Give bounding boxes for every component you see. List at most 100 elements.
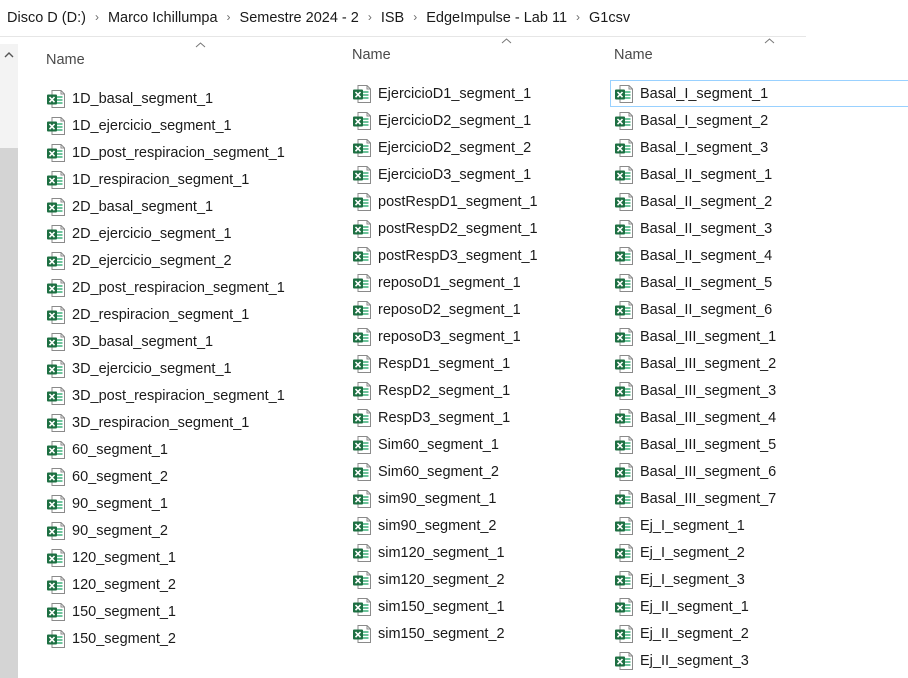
file-item[interactable]: sim90_segment_2 bbox=[352, 512, 538, 539]
file-item[interactable]: 2D_respiracion_segment_1 bbox=[46, 301, 285, 328]
file-item[interactable]: 2D_ejercicio_segment_2 bbox=[46, 247, 285, 274]
column-header-name-2[interactable]: Name bbox=[352, 47, 391, 63]
file-item[interactable]: postRespD1_segment_1 bbox=[352, 188, 538, 215]
file-name: EjercicioD2_segment_1 bbox=[378, 112, 532, 129]
file-item[interactable]: Basal_III_segment_7 bbox=[614, 485, 908, 512]
file-item[interactable]: Ej_I_segment_3 bbox=[614, 566, 908, 593]
file-item[interactable]: sim150_segment_2 bbox=[352, 620, 538, 647]
file-item[interactable]: 3D_respiracion_segment_1 bbox=[46, 409, 285, 436]
column-header-name-1[interactable]: Name bbox=[46, 52, 85, 68]
excel-csv-icon bbox=[615, 192, 633, 211]
column-header-name-3[interactable]: Name bbox=[614, 47, 653, 63]
excel-csv-icon bbox=[353, 111, 371, 130]
file-item[interactable]: Basal_I_segment_2 bbox=[614, 107, 908, 134]
file-item[interactable]: 60_segment_2 bbox=[46, 463, 285, 490]
file-item[interactable]: Basal_II_segment_1 bbox=[614, 161, 908, 188]
excel-csv-icon bbox=[47, 494, 65, 513]
file-item[interactable]: Basal_II_segment_2 bbox=[614, 188, 908, 215]
file-item[interactable]: sim120_segment_1 bbox=[352, 539, 538, 566]
chevron-right-icon[interactable]: › bbox=[227, 10, 231, 24]
file-item[interactable]: Ej_II_segment_3 bbox=[614, 647, 908, 674]
file-name: 2D_ejercicio_segment_2 bbox=[72, 252, 232, 269]
file-item[interactable]: EjercicioD3_segment_1 bbox=[352, 161, 538, 188]
breadcrumb-item[interactable]: Marco Ichillumpa bbox=[108, 10, 218, 26]
excel-csv-icon bbox=[615, 300, 633, 319]
file-item[interactable]: EjercicioD1_segment_1 bbox=[352, 80, 538, 107]
file-item[interactable]: reposoD3_segment_1 bbox=[352, 323, 538, 350]
file-item[interactable]: Basal_I_segment_3 bbox=[614, 134, 908, 161]
file-item[interactable]: 90_segment_2 bbox=[46, 517, 285, 544]
file-item[interactable]: RespD2_segment_1 bbox=[352, 377, 538, 404]
file-item[interactable]: Basal_III_segment_1 bbox=[614, 323, 908, 350]
file-item[interactable]: reposoD1_segment_1 bbox=[352, 269, 538, 296]
file-item[interactable]: Basal_III_segment_5 bbox=[614, 431, 908, 458]
file-item[interactable]: postRespD3_segment_1 bbox=[352, 242, 538, 269]
breadcrumb-item[interactable]: Semestre 2024 - 2 bbox=[240, 10, 359, 26]
file-name: Basal_III_segment_5 bbox=[640, 436, 777, 453]
file-item[interactable]: sim120_segment_2 bbox=[352, 566, 538, 593]
file-item[interactable]: 3D_ejercicio_segment_1 bbox=[46, 355, 285, 382]
chevron-right-icon[interactable]: › bbox=[413, 10, 417, 24]
file-item[interactable]: 3D_post_respiracion_segment_1 bbox=[46, 382, 285, 409]
file-item[interactable]: Basal_III_segment_3 bbox=[614, 377, 908, 404]
file-item[interactable]: Basal_III_segment_6 bbox=[614, 458, 908, 485]
file-item[interactable]: 150_segment_1 bbox=[46, 598, 285, 625]
file-name: 150_segment_2 bbox=[72, 630, 176, 647]
excel-csv-icon bbox=[353, 570, 371, 589]
file-item[interactable]: Basal_III_segment_2 bbox=[614, 350, 908, 377]
file-item[interactable]: 120_segment_2 bbox=[46, 571, 285, 598]
chevron-right-icon[interactable]: › bbox=[368, 10, 372, 24]
file-name: Ej_II_segment_3 bbox=[640, 652, 749, 669]
chevron-right-icon[interactable]: › bbox=[95, 10, 99, 24]
file-item[interactable]: 3D_basal_segment_1 bbox=[46, 328, 285, 355]
scroll-up-icon[interactable] bbox=[0, 44, 18, 64]
file-item[interactable]: Ej_I_segment_1 bbox=[614, 512, 908, 539]
excel-csv-icon bbox=[47, 251, 65, 270]
file-item[interactable]: Basal_II_segment_5 bbox=[614, 269, 908, 296]
file-item[interactable]: postRespD2_segment_1 bbox=[352, 215, 538, 242]
breadcrumb-item[interactable]: Disco D (D:) bbox=[7, 10, 86, 26]
breadcrumb-item[interactable]: ISB bbox=[381, 10, 404, 26]
file-item[interactable]: reposoD2_segment_1 bbox=[352, 296, 538, 323]
file-item[interactable]: Sim60_segment_2 bbox=[352, 458, 538, 485]
file-item[interactable]: Ej_II_segment_1 bbox=[614, 593, 908, 620]
file-item[interactable]: 2D_post_respiracion_segment_1 bbox=[46, 274, 285, 301]
excel-csv-icon bbox=[615, 597, 633, 616]
chevron-right-icon[interactable]: › bbox=[576, 10, 580, 24]
file-name: EjercicioD2_segment_2 bbox=[378, 139, 532, 156]
file-item[interactable]: 60_segment_1 bbox=[46, 436, 285, 463]
file-item[interactable]: sim150_segment_1 bbox=[352, 593, 538, 620]
file-item[interactable]: 2D_basal_segment_1 bbox=[46, 193, 285, 220]
file-item[interactable]: sim90_segment_1 bbox=[352, 485, 538, 512]
file-item[interactable]: Basal_II_segment_3 bbox=[614, 215, 908, 242]
scrollbar-thumb[interactable] bbox=[0, 148, 18, 678]
file-name: postRespD2_segment_1 bbox=[378, 220, 538, 237]
file-name: 1D_respiracion_segment_1 bbox=[72, 171, 250, 188]
file-item[interactable]: 1D_respiracion_segment_1 bbox=[46, 166, 285, 193]
breadcrumb-item[interactable]: EdgeImpulse - Lab 11 bbox=[426, 10, 567, 26]
file-item[interactable]: 1D_basal_segment_1 bbox=[46, 85, 285, 112]
file-name: RespD3_segment_1 bbox=[378, 409, 511, 426]
file-item[interactable]: RespD3_segment_1 bbox=[352, 404, 538, 431]
file-item[interactable]: 2D_ejercicio_segment_1 bbox=[46, 220, 285, 247]
file-item[interactable]: 1D_post_respiracion_segment_1 bbox=[46, 139, 285, 166]
file-item[interactable]: EjercicioD2_segment_1 bbox=[352, 107, 538, 134]
file-item[interactable]: Basal_III_segment_4 bbox=[614, 404, 908, 431]
breadcrumb-item[interactable]: G1csv bbox=[589, 10, 630, 26]
file-item[interactable]: Ej_I_segment_2 bbox=[614, 539, 908, 566]
file-item[interactable]: Sim60_segment_1 bbox=[352, 431, 538, 458]
file-item[interactable]: 120_segment_1 bbox=[46, 544, 285, 571]
file-item[interactable]: Basal_II_segment_4 bbox=[614, 242, 908, 269]
file-item[interactable]: Ej_II_segment_2 bbox=[614, 620, 908, 647]
excel-csv-icon bbox=[353, 435, 371, 454]
file-item[interactable]: 1D_ejercicio_segment_1 bbox=[46, 112, 285, 139]
file-item[interactable]: EjercicioD2_segment_2 bbox=[352, 134, 538, 161]
excel-csv-icon bbox=[353, 489, 371, 508]
file-item[interactable]: 150_segment_2 bbox=[46, 625, 285, 652]
file-item[interactable]: Basal_I_segment_1 bbox=[610, 80, 908, 107]
file-item[interactable]: 90_segment_1 bbox=[46, 490, 285, 517]
file-item[interactable]: Basal_II_segment_6 bbox=[614, 296, 908, 323]
excel-csv-icon bbox=[353, 246, 371, 265]
file-item[interactable]: RespD1_segment_1 bbox=[352, 350, 538, 377]
excel-csv-icon bbox=[353, 219, 371, 238]
